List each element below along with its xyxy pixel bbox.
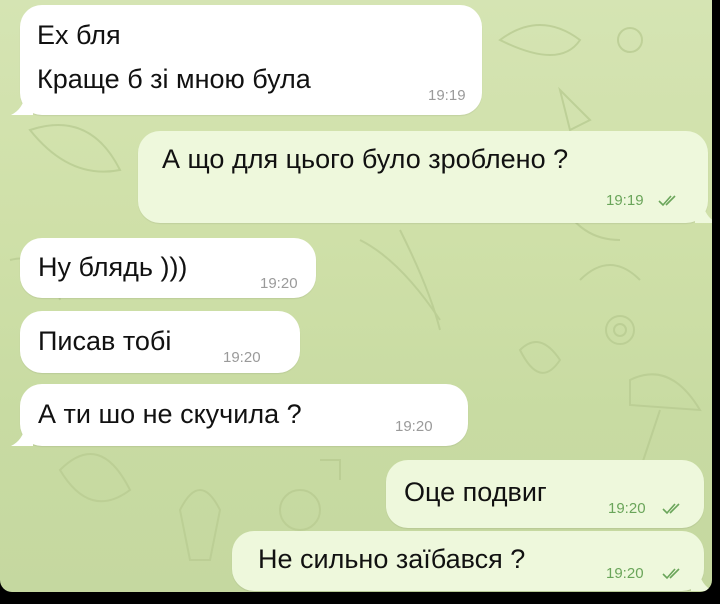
message-time: 19:20 bbox=[606, 565, 644, 582]
double-check-icon bbox=[662, 503, 680, 515]
message-text-line: Ну блядь ))) bbox=[38, 252, 188, 282]
double-check-icon bbox=[658, 195, 676, 207]
chat-area[interactable]: Ех бля Краще б зі мною була 19:19 А що д… bbox=[0, 0, 712, 592]
message-text-line: А ти шо не скучила ? bbox=[38, 399, 302, 429]
message-text-line: Писав тобі bbox=[38, 326, 172, 356]
message-bubble-incoming[interactable]: Писав тобі 19:20 bbox=[20, 311, 300, 373]
message-bubble-incoming[interactable]: Ну блядь ))) 19:20 bbox=[20, 238, 316, 298]
double-check-icon bbox=[662, 568, 680, 580]
bubble-tail bbox=[691, 571, 712, 591]
message-bubble-incoming[interactable]: А ти шо не скучила ? 19:20 bbox=[11, 384, 468, 446]
message-time: 19:20 bbox=[608, 500, 646, 517]
message-bubble-incoming[interactable]: Ех бля Краще б зі мною була 19:19 bbox=[11, 5, 482, 115]
message-text-line: А що для цього було зроблено ? bbox=[162, 144, 569, 174]
bubble-tail bbox=[11, 426, 33, 446]
bubble-tail bbox=[695, 203, 712, 223]
message-text-line: Оце подвиг bbox=[404, 477, 547, 507]
message-time: 19:19 bbox=[606, 192, 644, 209]
message-time: 19:19 bbox=[428, 87, 466, 104]
bubble-tail bbox=[11, 95, 33, 115]
message-bubble-outgoing[interactable]: Оце подвиг 19:20 bbox=[386, 460, 704, 528]
message-text-line: Не сильно заїбався ? bbox=[258, 544, 526, 574]
message-bubble-outgoing[interactable]: Не сильно заїбався ? 19:20 bbox=[232, 531, 712, 591]
message-time: 19:20 bbox=[395, 418, 433, 435]
message-text-line: Краще б зі мною була bbox=[37, 64, 311, 94]
message-time: 19:20 bbox=[223, 349, 261, 366]
message-bubble-outgoing[interactable]: А що для цього було зроблено ? 19:19 bbox=[138, 131, 712, 223]
message-time: 19:20 bbox=[260, 275, 298, 292]
message-text-line: Ех бля bbox=[37, 20, 121, 50]
